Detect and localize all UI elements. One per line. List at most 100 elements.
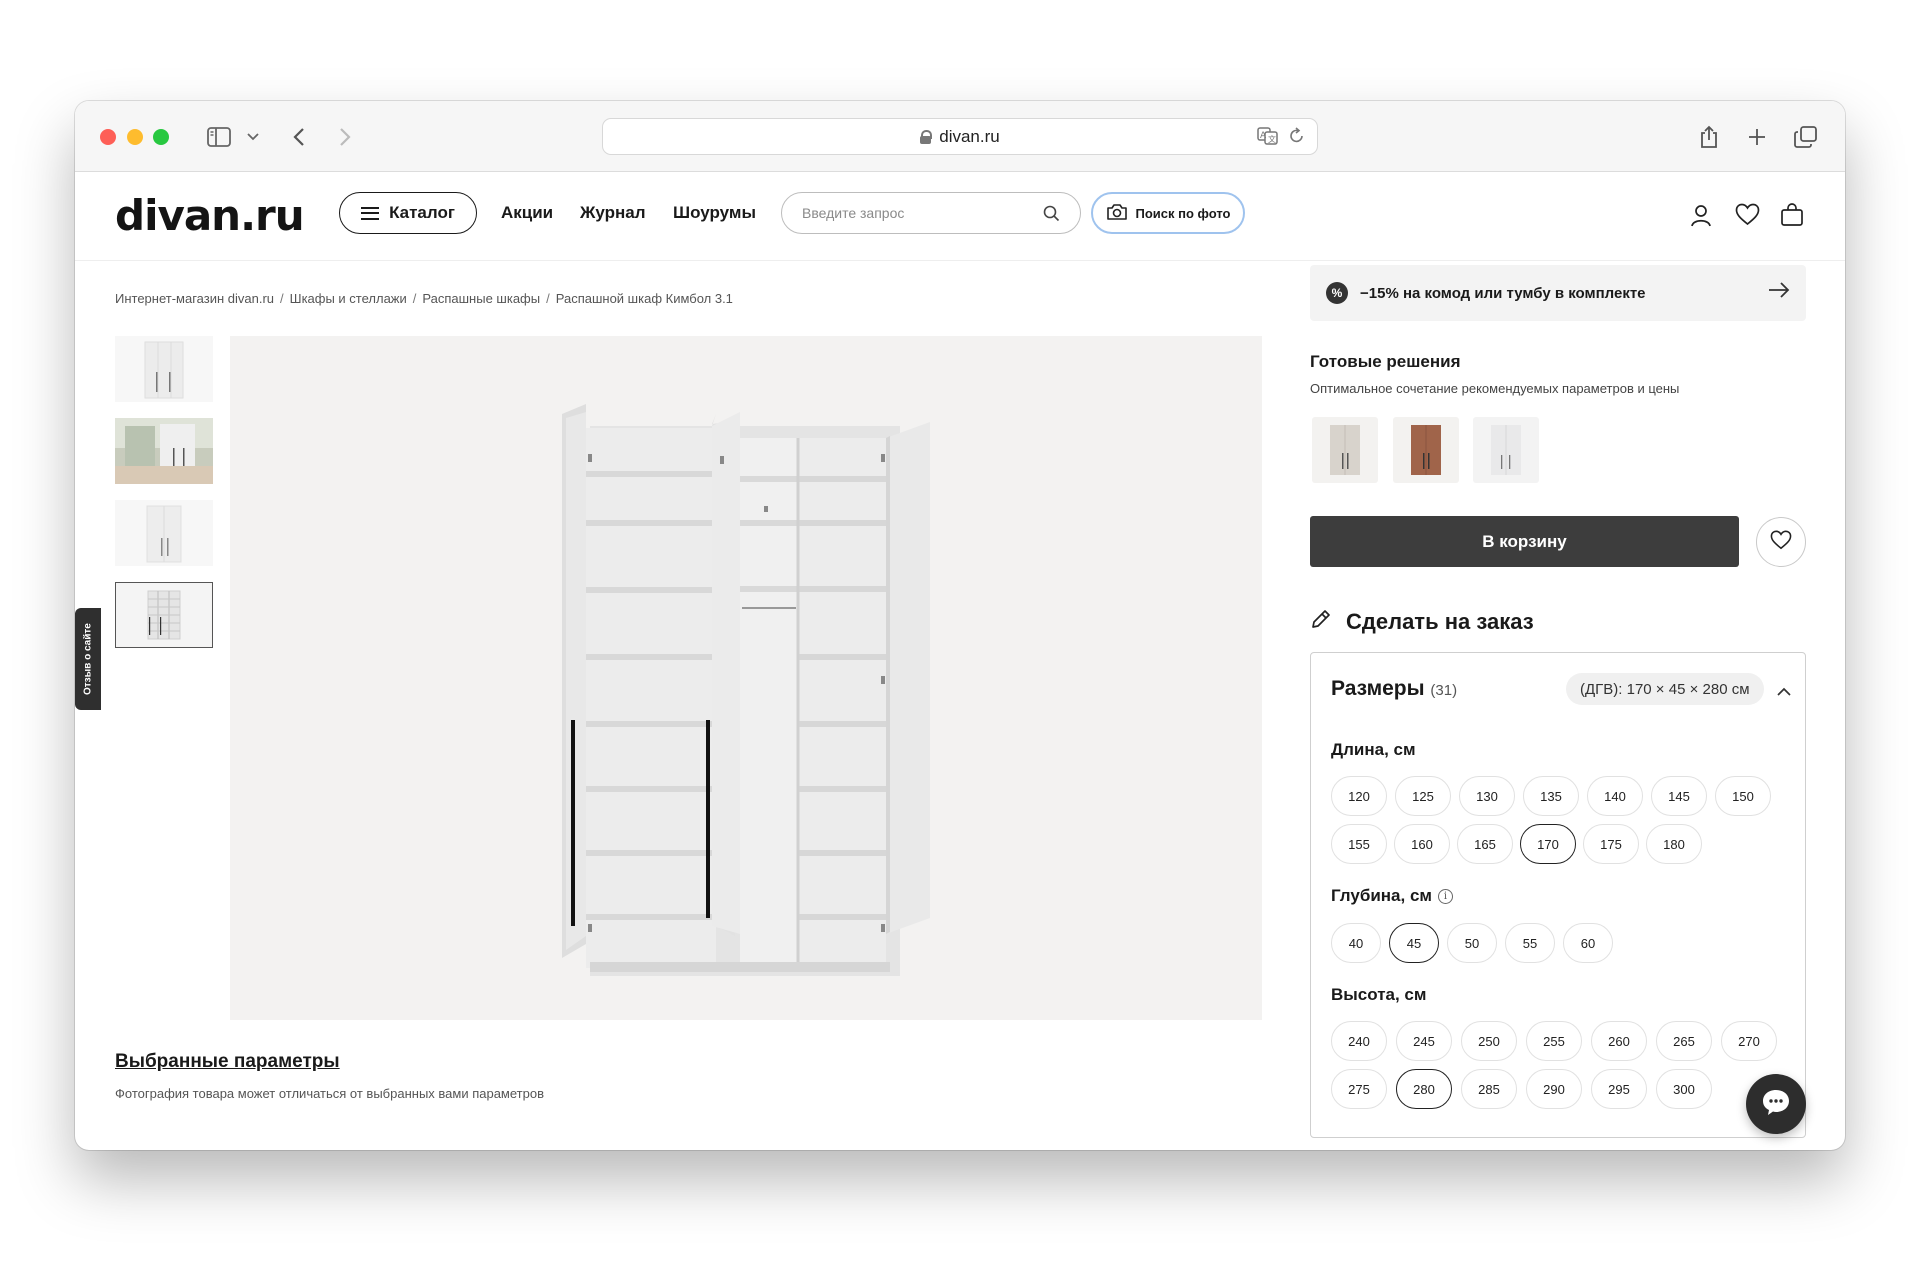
length-option[interactable]: 150 — [1715, 776, 1771, 816]
sidebar-toggle-icon[interactable] — [205, 123, 233, 151]
chat-bubble-icon — [1761, 1088, 1791, 1121]
ready-solution-variant[interactable] — [1473, 417, 1539, 483]
depth-option[interactable]: 55 — [1505, 923, 1555, 963]
height-options-row: 240 245 250 255 260 265 270 — [1331, 1021, 1777, 1061]
breadcrumb-link-hinged-wardrobes[interactable]: Распашные шкафы — [422, 291, 540, 306]
zoom-window-button[interactable] — [153, 129, 169, 145]
ready-solutions-title: Готовые решения — [1310, 352, 1461, 371]
length-option[interactable]: 160 — [1394, 824, 1450, 864]
photo-search-button[interactable]: Поиск по фото — [1091, 192, 1245, 234]
height-option[interactable]: 260 — [1591, 1021, 1647, 1061]
gallery-thumbnail[interactable] — [115, 500, 213, 566]
add-to-cart-button[interactable]: В корзину — [1310, 516, 1739, 567]
nav-link-journal[interactable]: Журнал — [580, 203, 646, 223]
nav-link-showrooms[interactable]: Шоурумы — [673, 203, 756, 223]
depth-label-text: Глубина, см — [1331, 886, 1432, 905]
site-feedback-tab[interactable]: Отзыв о сайте — [75, 608, 101, 710]
chat-button[interactable] — [1746, 1074, 1806, 1134]
length-label: Длина, см — [1331, 740, 1416, 760]
height-option[interactable]: 255 — [1526, 1021, 1582, 1061]
selected-parameters-link[interactable]: Выбранные параметры — [115, 1051, 340, 1073]
height-option[interactable]: 275 — [1331, 1069, 1387, 1109]
depth-option[interactable]: 50 — [1447, 923, 1497, 963]
reload-icon[interactable] — [1289, 127, 1305, 148]
product-main-image[interactable] — [230, 336, 1262, 1020]
length-option[interactable]: 175 — [1583, 824, 1639, 864]
back-arrow-icon[interactable] — [289, 123, 309, 151]
length-options-row: 120 125 130 135 140 145 150 — [1331, 776, 1771, 816]
close-window-button[interactable] — [100, 129, 116, 145]
length-options-row: 155 160 165 170 175 180 — [1331, 824, 1702, 864]
height-option[interactable]: 270 — [1721, 1021, 1777, 1061]
height-option[interactable]: 300 — [1656, 1069, 1712, 1109]
height-option[interactable]: 295 — [1591, 1069, 1647, 1109]
catalog-button[interactable]: Каталог — [339, 192, 477, 234]
chevron-up-icon[interactable] — [1777, 683, 1791, 701]
info-icon[interactable]: i — [1437, 888, 1453, 904]
height-option[interactable]: 290 — [1526, 1069, 1582, 1109]
forward-arrow-icon[interactable] — [335, 123, 355, 151]
sizes-count: (31) — [1430, 682, 1458, 699]
pencil-icon — [1310, 608, 1332, 636]
depth-option[interactable]: 60 — [1563, 923, 1613, 963]
search-box — [781, 192, 1081, 234]
length-option[interactable]: 135 — [1523, 776, 1579, 816]
length-option[interactable]: 120 — [1331, 776, 1387, 816]
height-option[interactable]: 285 — [1461, 1069, 1517, 1109]
svg-text:A: A — [1260, 131, 1267, 141]
ready-solution-variant[interactable] — [1393, 417, 1459, 483]
length-option-selected[interactable]: 170 — [1520, 824, 1576, 864]
length-option[interactable]: 155 — [1331, 824, 1387, 864]
height-option[interactable]: 265 — [1656, 1021, 1712, 1061]
depth-option-selected[interactable]: 45 — [1389, 923, 1439, 963]
height-option-selected[interactable]: 280 — [1396, 1069, 1452, 1109]
address-url: divan.ru — [939, 126, 1000, 146]
promo-banner[interactable]: % −15% на комод или тумбу в комплекте — [1310, 265, 1806, 321]
length-option[interactable]: 145 — [1651, 776, 1707, 816]
height-option[interactable]: 245 — [1396, 1021, 1452, 1061]
address-bar[interactable]: divan.ru A文 — [602, 118, 1318, 155]
custom-order-heading: Сделать на заказ — [1310, 608, 1534, 636]
browser-window: divan.ru A文 divan.ru Каталог Акции Журна… — [75, 101, 1845, 1150]
photo-search-label: Поиск по фото — [1135, 205, 1231, 221]
heart-icon[interactable] — [1735, 203, 1760, 231]
height-option[interactable]: 250 — [1461, 1021, 1517, 1061]
share-icon[interactable] — [1697, 123, 1721, 151]
sizes-panel: Размеры (31) (ДГВ): 170 × 45 × 280 см Дл… — [1310, 652, 1806, 1138]
ready-solutions-subtitle: Оптимальное сочетание рекомендуемых пара… — [1310, 381, 1680, 396]
camera-icon — [1106, 203, 1128, 224]
heart-icon — [1770, 530, 1792, 555]
translate-icon[interactable]: A文 — [1257, 127, 1279, 148]
ready-solution-variant[interactable] — [1312, 417, 1378, 483]
search-icon[interactable] — [1043, 205, 1060, 227]
height-option[interactable]: 240 — [1331, 1021, 1387, 1061]
lock-icon — [920, 130, 933, 144]
add-to-favorites-button[interactable] — [1756, 517, 1806, 567]
new-tab-icon[interactable] — [1745, 123, 1769, 151]
length-option[interactable]: 125 — [1395, 776, 1451, 816]
catalog-label: Каталог — [389, 203, 455, 222]
breadcrumb-link-home[interactable]: Интернет-магазин divan.ru — [115, 291, 274, 306]
nav-link-promotions[interactable]: Акции — [501, 203, 553, 223]
user-icon[interactable] — [1689, 203, 1713, 232]
gallery-thumbnail[interactable] — [115, 336, 213, 402]
breadcrumb: Интернет-магазин divan.ru / Шкафы и стел… — [115, 291, 733, 306]
chevron-down-icon[interactable] — [245, 123, 261, 151]
gallery-thumbnail-active[interactable] — [115, 582, 213, 648]
depth-option[interactable]: 40 — [1331, 923, 1381, 963]
length-option[interactable]: 130 — [1459, 776, 1515, 816]
length-option[interactable]: 165 — [1457, 824, 1513, 864]
minimize-window-button[interactable] — [127, 129, 143, 145]
tabs-overview-icon[interactable] — [1793, 123, 1819, 151]
shopping-bag-icon[interactable] — [1780, 203, 1804, 232]
length-option[interactable]: 180 — [1646, 824, 1702, 864]
length-label-text: Длина, см — [1331, 740, 1416, 759]
search-input[interactable] — [802, 205, 1032, 221]
sizes-title[interactable]: Размеры (31) — [1331, 677, 1457, 701]
depth-options-row: 40 45 50 55 60 — [1331, 923, 1613, 963]
sizes-title-text: Размеры — [1331, 677, 1425, 700]
breadcrumb-link-wardrobes[interactable]: Шкафы и стеллажи — [290, 291, 407, 306]
length-option[interactable]: 140 — [1587, 776, 1643, 816]
gallery-thumbnail[interactable] — [115, 418, 213, 484]
site-logo[interactable]: divan.ru — [115, 191, 305, 240]
